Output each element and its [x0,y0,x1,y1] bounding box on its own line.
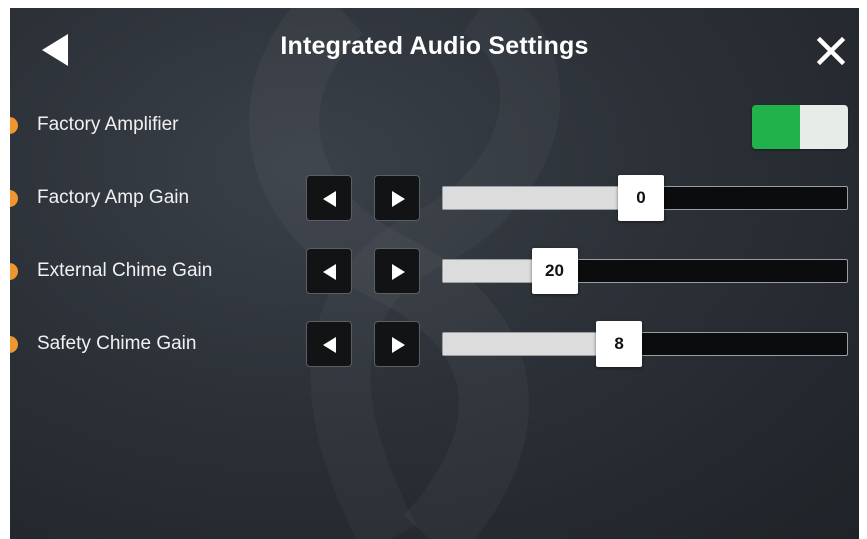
factory-amp-gain-slider[interactable]: 0 [442,175,848,221]
row-indicator-dot [10,190,18,207]
row-indicator-dot [10,336,18,353]
slider-fill [443,333,620,355]
external-chime-gain-row: External Chime Gain 20 [10,246,859,296]
triangle-right-icon [392,264,405,280]
triangle-right-icon [392,337,405,353]
triangle-left-icon [323,191,336,207]
settings-screen: Integrated Audio Settings Factory Amplif… [10,8,859,539]
toggle-on-segment [752,105,800,149]
factory-amp-gain-decrease-button[interactable] [306,175,352,221]
factory-amp-gain-increase-button[interactable] [374,175,420,221]
factory-amplifier-row: Factory Amplifier [10,100,859,150]
close-button[interactable] [816,36,846,66]
external-chime-gain-slider[interactable]: 20 [442,248,848,294]
slider-thumb[interactable]: 20 [531,248,578,294]
safety-chime-gain-row: Safety Chime Gain 8 [10,319,859,369]
row-indicator-dot [10,263,18,280]
safety-chime-gain-label: Safety Chime Gain [37,333,197,354]
factory-amp-gain-label: Factory Amp Gain [37,187,190,208]
close-icon [816,36,846,66]
factory-amplifier-toggle[interactable] [752,105,848,149]
safety-chime-gain-increase-button[interactable] [374,321,420,367]
row-indicator-dot [10,117,18,134]
safety-chime-gain-slider[interactable]: 8 [442,321,848,367]
external-chime-gain-label: External Chime Gain [37,260,213,281]
slider-thumb[interactable]: 8 [596,321,643,367]
slider-fill [443,187,641,209]
factory-amp-gain-row: Factory Amp Gain 0 [10,173,859,223]
external-chime-gain-decrease-button[interactable] [306,248,352,294]
toggle-knob [800,105,848,149]
page-title: Integrated Audio Settings [280,32,589,60]
factory-amplifier-label: Factory Amplifier [37,114,179,135]
triangle-left-icon [323,264,336,280]
triangle-right-icon [392,191,405,207]
external-chime-gain-increase-button[interactable] [374,248,420,294]
safety-chime-gain-decrease-button[interactable] [306,321,352,367]
triangle-left-icon [323,337,336,353]
slider-thumb[interactable]: 0 [617,175,664,221]
